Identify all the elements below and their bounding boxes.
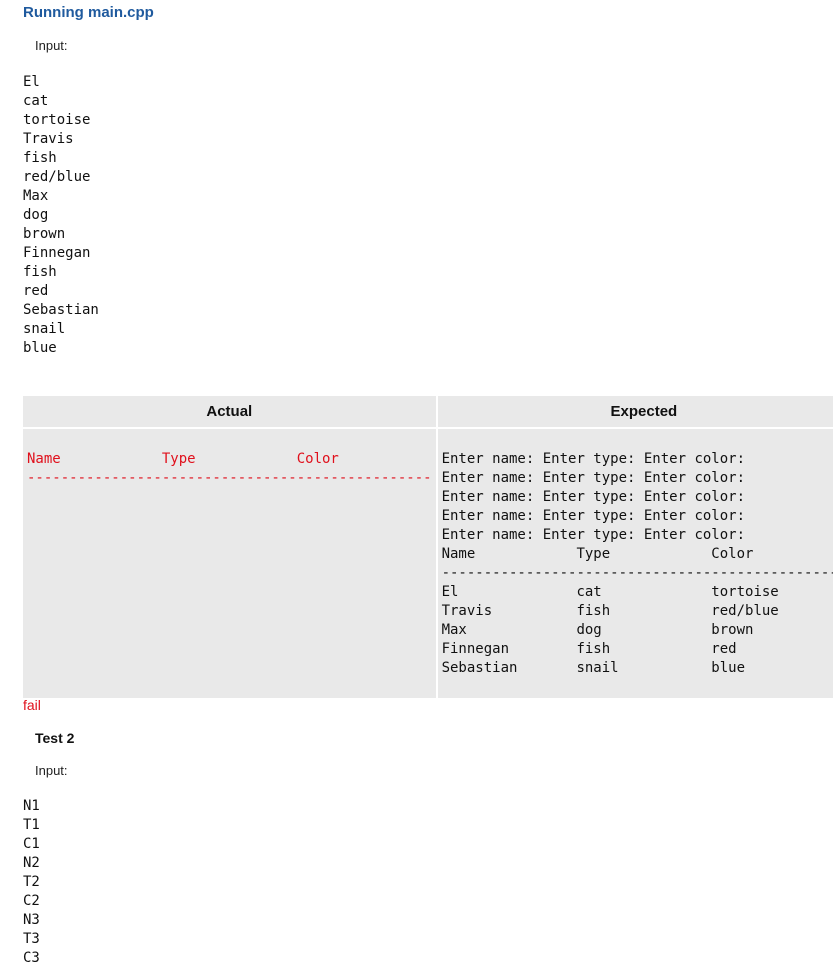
expected-output-cell: Enter name: Enter type: Enter color: Ent… — [437, 429, 833, 698]
input-line: El — [23, 74, 40, 90]
input-line: N1 — [23, 798, 40, 814]
test1-input-list: El cat tortoise Travis fish red/blue Max dog bro… — [23, 73, 99, 358]
input-line: T1 — [23, 817, 40, 833]
input-line: dog — [23, 207, 49, 223]
page-title: Running main.cpp — [23, 4, 154, 21]
input-line: red — [23, 283, 49, 299]
test2-input-list: N1 T1 C1 N2 T2 C2 N3 T3 C3 — [23, 797, 40, 968]
input-line: C2 — [23, 893, 40, 909]
test2-title: Test 2 — [35, 730, 75, 746]
expected-output: Enter name: Enter type: Enter color: Ent… — [441, 451, 833, 676]
input-line: Finnegan — [23, 245, 91, 261]
input-line: tortoise — [23, 112, 91, 128]
test1-input-label: Input: — [35, 38, 68, 53]
expected-header: Expected — [437, 396, 833, 427]
test-result-status: fail — [23, 697, 41, 713]
input-line: N3 — [23, 912, 40, 928]
input-line: T3 — [23, 931, 40, 947]
test2-input-label: Input: — [35, 763, 68, 778]
actual-output: Name Type Color ------------------------… — [27, 451, 432, 486]
input-line: fish — [23, 264, 57, 280]
input-line: Max — [23, 188, 49, 204]
input-line: Travis — [23, 131, 74, 147]
input-line: cat — [23, 93, 49, 109]
input-line: C3 — [23, 950, 40, 966]
actual-output-cell: Name Type Color ------------------------… — [23, 429, 436, 698]
input-line: fish — [23, 150, 57, 166]
input-line: Sebastian — [23, 302, 99, 318]
input-line: blue — [23, 340, 57, 356]
input-line: snail — [23, 321, 66, 337]
actual-header: Actual — [23, 396, 436, 427]
input-line: brown — [23, 226, 66, 242]
input-line: red/blue — [23, 169, 91, 185]
comparison-table: Actual Expected Name Type Color --------… — [21, 394, 833, 700]
input-line: N2 — [23, 855, 40, 871]
input-line: C1 — [23, 836, 40, 852]
input-line: T2 — [23, 874, 40, 890]
